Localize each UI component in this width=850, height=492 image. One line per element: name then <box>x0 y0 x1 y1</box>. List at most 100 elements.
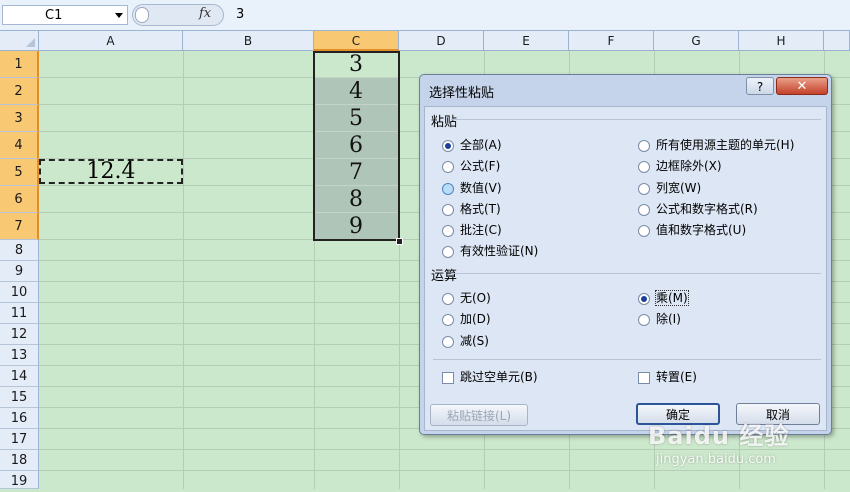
option-label: 公式和数字格式(R) <box>656 202 758 216</box>
option-label: 跳过空单元(B) <box>460 370 538 384</box>
row-header-13[interactable]: 13 <box>0 345 39 366</box>
copy-marquee <box>39 159 183 184</box>
column-header-c[interactable]: C <box>314 31 399 51</box>
operation-group-label: 运算 <box>431 269 458 284</box>
divider <box>433 359 821 360</box>
paste-option-values-numbers[interactable]: 值和数字格式(U) <box>638 221 746 238</box>
row-header-4[interactable]: 4 <box>0 132 39 159</box>
row-header-17[interactable]: 17 <box>0 429 39 450</box>
option-label: 格式(T) <box>460 202 501 216</box>
column-header-d[interactable]: D <box>399 31 484 51</box>
row-header-6[interactable]: 6 <box>0 186 39 213</box>
row-header-15[interactable]: 15 <box>0 387 39 408</box>
selection-border <box>313 51 400 241</box>
paste-option-source-theme[interactable]: 所有使用源主题的单元(H) <box>638 136 794 153</box>
column-header-b[interactable]: B <box>183 31 314 51</box>
radio-icon <box>638 224 650 237</box>
radio-icon <box>638 203 650 216</box>
option-label: 转置(E) <box>656 370 697 384</box>
operation-add[interactable]: 加(D) <box>442 310 491 327</box>
name-box-value: C1 <box>45 8 63 23</box>
checkbox-icon <box>638 371 650 384</box>
fill-handle[interactable] <box>396 238 403 245</box>
row-header-2[interactable]: 2 <box>0 78 39 105</box>
option-label: 除(I) <box>656 312 681 326</box>
gridline <box>39 470 850 471</box>
paste-option-column-widths[interactable]: 列宽(W) <box>638 179 701 196</box>
operation-none[interactable]: 无(O) <box>442 289 491 306</box>
name-box[interactable]: C1 <box>2 5 128 25</box>
paste-option-formats[interactable]: 格式(T) <box>442 200 501 217</box>
option-label: 乘(M) <box>655 290 689 306</box>
column-header-next[interactable] <box>824 31 850 51</box>
paste-option-no-borders[interactable]: 边框除外(X) <box>638 157 722 174</box>
paste-group-label: 粘贴 <box>431 115 458 130</box>
operation-subtract[interactable]: 减(S) <box>442 332 489 349</box>
option-label: 列宽(W) <box>656 181 702 195</box>
dialog-title: 选择性粘贴 <box>429 86 495 101</box>
row-header-1[interactable]: 1 <box>0 51 39 78</box>
radio-icon <box>638 139 650 152</box>
column-header-g[interactable]: G <box>654 31 739 51</box>
column-header-h[interactable]: H <box>739 31 824 51</box>
paste-option-all[interactable]: 全部(A) <box>442 136 502 153</box>
checkbox-icon <box>442 371 454 384</box>
radio-icon <box>638 182 650 195</box>
radio-icon <box>442 335 454 348</box>
operation-divide[interactable]: 除(I) <box>638 310 681 327</box>
option-label: 减(S) <box>460 334 489 348</box>
formula-bar: C1 fx 3 <box>0 0 850 31</box>
skip-blanks-checkbox[interactable]: 跳过空单元(B) <box>442 368 538 385</box>
radio-icon <box>442 182 454 195</box>
column-header-a[interactable]: A <box>39 31 183 51</box>
option-label: 加(D) <box>460 312 491 326</box>
option-label: 无(O) <box>460 291 491 305</box>
row-header-8[interactable]: 8 <box>0 240 39 261</box>
row-header-18[interactable]: 18 <box>0 450 39 471</box>
radio-selected-icon <box>638 292 650 305</box>
row-header-12[interactable]: 12 <box>0 324 39 345</box>
row-header-16[interactable]: 16 <box>0 408 39 429</box>
row-header-10[interactable]: 10 <box>0 282 39 303</box>
baidu-jingyan-logo: Baidu 经验 <box>648 422 790 450</box>
close-button[interactable]: ✕ <box>776 77 828 95</box>
paste-option-validation[interactable]: 有效性验证(N) <box>442 242 538 259</box>
radio-selected-icon <box>442 139 454 152</box>
paste-special-dialog: 选择性粘贴 ? ✕ 粘贴 全部(A) 公式(F) 数值(V) 格式(T) 批注(… <box>419 74 832 435</box>
radio-icon <box>638 160 650 173</box>
row-header-7[interactable]: 7 <box>0 213 39 240</box>
divider <box>451 119 821 120</box>
insert-function-icon[interactable]: fx <box>199 6 211 21</box>
row-header-9[interactable]: 9 <box>0 261 39 282</box>
paste-option-values[interactable]: 数值(V) <box>442 179 502 196</box>
paste-option-comments[interactable]: 批注(C) <box>442 221 502 238</box>
row-header-14[interactable]: 14 <box>0 366 39 387</box>
radio-icon <box>442 245 454 258</box>
paste-option-formulas-numbers[interactable]: 公式和数字格式(R) <box>638 200 758 217</box>
operation-multiply[interactable]: 乘(M) <box>638 289 689 306</box>
paste-link-button[interactable]: 粘贴链接(L) <box>430 404 528 426</box>
row-header-5[interactable]: 5 <box>0 159 39 186</box>
help-button[interactable]: ? <box>746 77 774 95</box>
option-label: 批注(C) <box>460 223 502 237</box>
radio-icon <box>442 224 454 237</box>
formula-content: 3 <box>236 7 245 22</box>
divider <box>451 273 821 274</box>
chevron-down-icon[interactable] <box>115 13 123 18</box>
option-label: 全部(A) <box>460 138 502 152</box>
option-label: 值和数字格式(U) <box>656 223 747 237</box>
select-all-corner[interactable] <box>0 31 39 51</box>
paste-option-formulas[interactable]: 公式(F) <box>442 157 500 174</box>
row-header-3[interactable]: 3 <box>0 105 39 132</box>
column-header-e[interactable]: E <box>484 31 569 51</box>
column-header-f[interactable]: F <box>569 31 654 51</box>
formula-controls: fx <box>132 4 224 26</box>
resize-handle-icon[interactable] <box>135 7 149 23</box>
option-label: 公式(F) <box>460 159 501 173</box>
radio-icon <box>442 160 454 173</box>
option-label: 边框除外(X) <box>656 159 722 173</box>
row-header-19[interactable]: 19 <box>0 471 39 489</box>
row-header-11[interactable]: 11 <box>0 303 39 324</box>
formula-input[interactable]: 3 <box>226 5 850 25</box>
transpose-checkbox[interactable]: 转置(E) <box>638 368 697 385</box>
